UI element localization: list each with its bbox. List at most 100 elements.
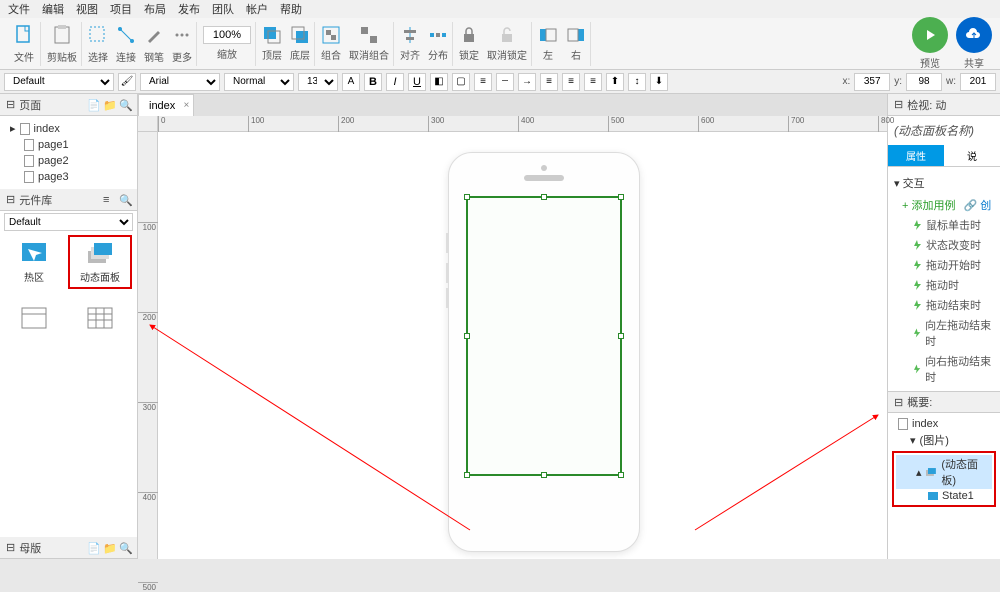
line-style-btn[interactable]: ┄ — [496, 73, 514, 91]
resize-handle-sw[interactable] — [464, 472, 470, 478]
event-drag-start[interactable]: 拖动开始时 — [894, 255, 994, 275]
page-item-page2[interactable]: page2 — [2, 153, 135, 169]
menu-account[interactable]: 帐户 — [240, 0, 274, 19]
add-page-icon[interactable]: 📄 — [87, 99, 99, 111]
align-center-btn[interactable]: ≡ — [562, 73, 580, 91]
tool-select[interactable]: 选择 — [88, 23, 108, 64]
tool-group-btn[interactable]: 组合 — [321, 25, 341, 62]
add-master-icon[interactable]: 📄 — [87, 542, 99, 554]
fill-color-btn[interactable]: ◧ — [430, 73, 448, 91]
style-preset-select[interactable]: Default — [4, 73, 114, 91]
resize-handle-e[interactable] — [618, 333, 624, 339]
outline-dynamic-panel[interactable]: ▴ (动态面板) — [896, 455, 992, 489]
tool-preview[interactable]: 预览 — [912, 17, 948, 70]
font-color-btn[interactable]: A — [342, 73, 360, 91]
outline-state1[interactable]: State1 — [896, 489, 992, 503]
widget-dynamic-panel[interactable]: 动态面板 — [68, 235, 132, 289]
lib-search-icon[interactable]: 🔍 — [119, 194, 131, 206]
tab-properties[interactable]: 属性 — [888, 145, 944, 167]
resize-handle-n[interactable] — [541, 194, 547, 200]
event-state-change[interactable]: 状态改变时 — [894, 235, 994, 255]
add-folder-icon[interactable]: 📁 — [103, 99, 115, 111]
arrow-btn[interactable]: → — [518, 73, 536, 91]
menu-publish[interactable]: 发布 — [172, 0, 206, 19]
master-search-icon[interactable]: 🔍 — [119, 542, 131, 554]
canvas-tab-index[interactable]: index× — [138, 94, 194, 116]
tool-more[interactable]: 更多 — [172, 23, 192, 64]
style-paint-icon[interactable]: 🖌 — [118, 73, 136, 91]
menu-file[interactable]: 文件 — [2, 0, 36, 19]
ruler-vertical[interactable]: 100 200 300 400 500 — [138, 132, 158, 559]
border-btn[interactable]: ▢ — [452, 73, 470, 91]
tool-unlock[interactable]: 取消锁定 — [487, 25, 527, 62]
menu-team[interactable]: 团队 — [206, 0, 240, 19]
tool-pen[interactable]: 钢笔 — [144, 23, 164, 64]
tool-align[interactable]: 对齐 — [400, 25, 420, 62]
menu-layout[interactable]: 布局 — [138, 0, 172, 19]
resize-handle-w[interactable] — [464, 333, 470, 339]
font-family-select[interactable]: Arial — [140, 73, 220, 91]
outline-image[interactable]: ▾(图片) — [890, 431, 998, 449]
valign-mid-btn[interactable]: ↕ — [628, 73, 646, 91]
tool-distribute[interactable]: 分布 — [428, 25, 448, 62]
ruler-horizontal[interactable]: 0 100 200 300 400 500 600 700 800 — [158, 116, 887, 132]
align-left-btn[interactable]: ≡ — [540, 73, 558, 91]
resize-handle-se[interactable] — [618, 472, 624, 478]
add-case-link[interactable]: + 添加用例 — [902, 197, 955, 213]
lib-menu-icon[interactable]: ≡ — [103, 194, 115, 206]
event-drag[interactable]: 拖动时 — [894, 275, 994, 295]
tool-connect[interactable]: 连接 — [116, 23, 136, 64]
create-link[interactable]: 🔗 创 — [963, 197, 991, 213]
line-width-btn[interactable]: ≡ — [474, 73, 492, 91]
page-item-index[interactable]: ▸index — [2, 120, 135, 137]
search-icon[interactable]: 🔍 — [119, 99, 131, 111]
menu-help[interactable]: 帮助 — [274, 0, 308, 19]
tab-notes[interactable]: 说 — [944, 145, 1000, 167]
bold-btn[interactable]: B — [364, 73, 382, 91]
widget-item[interactable] — [2, 291, 66, 345]
font-weight-select[interactable]: Normal — [224, 73, 294, 91]
page-item-page3[interactable]: page3 — [2, 169, 135, 185]
align-right-btn[interactable]: ≡ — [584, 73, 602, 91]
menu-project[interactable]: 项目 — [104, 0, 138, 19]
tool-file[interactable]: 文件 — [12, 23, 36, 64]
master-folder-icon[interactable]: 📁 — [103, 542, 115, 554]
italic-btn[interactable]: I — [386, 73, 404, 91]
resize-handle-ne[interactable] — [618, 194, 624, 200]
menu-edit[interactable]: 编辑 — [36, 0, 70, 19]
tool-share[interactable]: 共享 — [956, 17, 992, 70]
event-swipe-left-end[interactable]: 向左拖动结束时 — [894, 315, 994, 351]
widget-item[interactable] — [68, 291, 132, 345]
close-icon[interactable]: × — [183, 100, 189, 111]
event-drag-end[interactable]: 拖动结束时 — [894, 295, 994, 315]
widget-hotspot[interactable]: 热区 — [2, 235, 66, 289]
dynamic-panel-icon — [926, 467, 938, 477]
event-swipe-right-end[interactable]: 向右拖动结束时 — [894, 351, 994, 387]
font-size-select[interactable]: 13 — [298, 73, 338, 91]
zoom-input[interactable] — [203, 26, 251, 44]
tool-pane-left[interactable]: 左 — [538, 25, 558, 62]
tool-front[interactable]: 顶层 — [262, 25, 282, 62]
menu-view[interactable]: 视图 — [70, 0, 104, 19]
valign-bot-btn[interactable]: ⬇ — [650, 73, 668, 91]
canvas[interactable] — [158, 132, 887, 559]
page-item-page1[interactable]: page1 — [2, 137, 135, 153]
tool-zoom[interactable]: 缩放 — [203, 26, 251, 61]
w-input[interactable] — [960, 73, 996, 91]
outline-root[interactable]: index — [890, 417, 998, 431]
tool-back[interactable]: 底层 — [290, 25, 310, 62]
underline-btn[interactable]: U — [408, 73, 426, 91]
resize-handle-nw[interactable] — [464, 194, 470, 200]
widget-library-select[interactable]: Default — [4, 213, 133, 231]
tool-pane-right[interactable]: 右 — [566, 25, 586, 62]
tool-ungroup-btn[interactable]: 取消组合 — [349, 25, 389, 62]
resize-handle-s[interactable] — [541, 472, 547, 478]
dynamic-panel-selection[interactable] — [466, 196, 622, 476]
x-input[interactable] — [854, 73, 890, 91]
tool-lock[interactable]: 锁定 — [459, 25, 479, 62]
event-click[interactable]: 鼠标单击时 — [894, 215, 994, 235]
valign-top-btn[interactable]: ⬆ — [606, 73, 624, 91]
main-toolbar: 文件 剪贴板 选择 连接 钢笔 更多 缩放 顶层 — [0, 18, 1000, 70]
y-input[interactable] — [906, 73, 942, 91]
tool-clipboard[interactable]: 剪贴板 — [47, 23, 77, 64]
